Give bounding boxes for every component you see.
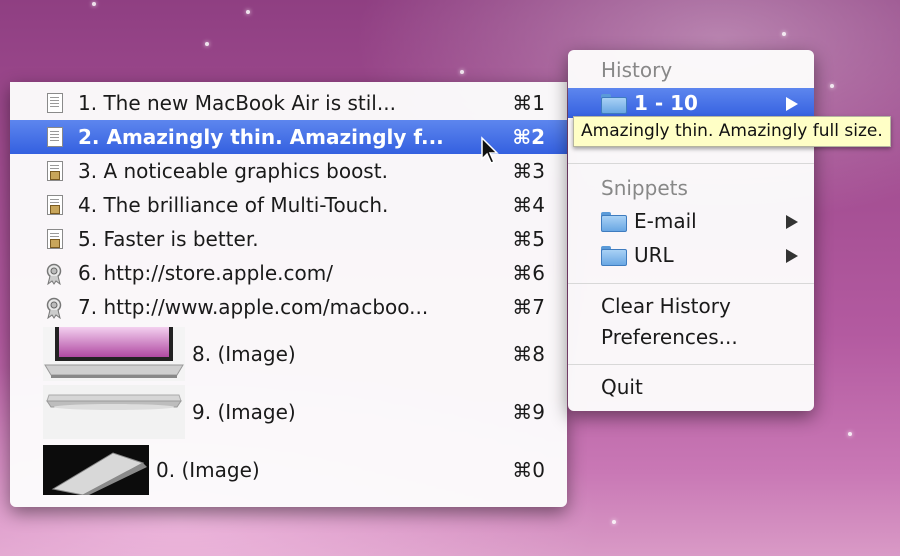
sparkle [782, 32, 786, 36]
sparkle [460, 70, 464, 74]
document-icon [44, 127, 64, 149]
rich-document-icon [44, 195, 64, 217]
snippets-email-item[interactable]: E-mail [568, 206, 814, 236]
macbook-thumbnail [43, 327, 185, 381]
macbook-thumbnail [43, 385, 185, 439]
rich-document-icon [44, 161, 64, 183]
history-item-6[interactable]: 6. http://store.apple.com/ ⌘6 [10, 256, 567, 290]
preferences-item[interactable]: Preferences... [601, 325, 738, 349]
submenu-arrow-icon [786, 215, 798, 229]
history-item-1[interactable]: 1. The new MacBook Air is stil... ⌘1 [10, 86, 567, 120]
sparkle [92, 2, 96, 6]
history-submenu: History 1 - 10 Snippets E-mail URL Clear… [568, 50, 814, 411]
history-item-9[interactable]: 9. (Image) ⌘9 [10, 385, 567, 443]
history-item-5[interactable]: 5. Faster is better. ⌘5 [10, 222, 567, 256]
clear-history-item[interactable]: Clear History [601, 294, 731, 318]
folder-icon [601, 246, 627, 266]
sparkle [205, 42, 209, 46]
snippets-url-item[interactable]: URL [568, 240, 814, 270]
snippets-header: Snippets [601, 176, 688, 200]
separator [568, 283, 814, 284]
history-header: History [601, 58, 673, 82]
macbook-thumbnail [43, 445, 149, 495]
item-preview-tooltip: Amazingly thin. Amazingly full size. [573, 116, 891, 147]
document-icon [44, 93, 64, 115]
sparkle [612, 520, 616, 524]
separator [568, 364, 814, 365]
rich-document-icon [44, 229, 64, 251]
history-item-4[interactable]: 4. The brilliance of Multi-Touch. ⌘4 [10, 188, 567, 222]
sparkle [246, 10, 250, 14]
folder-icon [601, 212, 627, 232]
sparkle [848, 432, 852, 436]
history-range-item[interactable]: 1 - 10 [568, 88, 814, 118]
separator [568, 163, 814, 164]
history-item-0[interactable]: 0. (Image) ⌘0 [10, 443, 567, 501]
url-icon [44, 263, 64, 286]
submenu-arrow-icon [786, 97, 798, 111]
history-item-8[interactable]: 8. (Image) ⌘8 [10, 327, 567, 385]
submenu-arrow-icon [786, 249, 798, 263]
sparkle [830, 84, 834, 88]
url-icon [44, 297, 64, 320]
history-item-7[interactable]: 7. http://www.apple.com/macboo... ⌘7 [10, 290, 567, 324]
mouse-pointer-icon [480, 136, 500, 170]
folder-icon [601, 94, 627, 114]
quit-item[interactable]: Quit [601, 375, 643, 399]
